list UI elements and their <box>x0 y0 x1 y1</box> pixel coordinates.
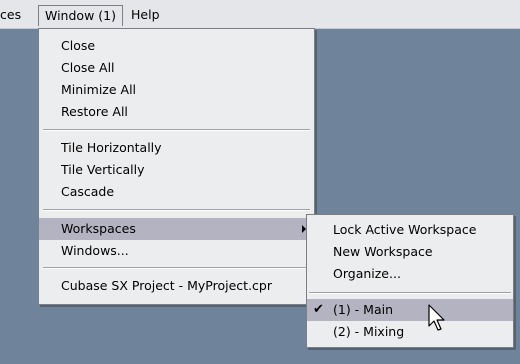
menu-item-workspace-mixing[interactable]: (2) - Mixing <box>307 321 513 343</box>
menu-item-close[interactable]: Close <box>39 35 314 57</box>
menu-bar: ces Window (1) Help <box>0 0 520 29</box>
checkmark-icon: ✔ <box>313 302 324 317</box>
menu-item-lock-active-workspace[interactable]: Lock Active Workspace <box>307 219 513 241</box>
window-menu: Close Close All Minimize All Restore All… <box>38 28 315 305</box>
workspaces-submenu: Lock Active Workspace New Workspace Orga… <box>306 214 514 348</box>
menu-bar-item-window[interactable]: Window (1) <box>38 5 123 26</box>
menu-item-restore-all[interactable]: Restore All <box>39 101 314 123</box>
menu-item-close-all[interactable]: Close All <box>39 57 314 79</box>
menu-bar-item-prev[interactable]: ces <box>0 6 21 24</box>
menu-separator <box>43 129 310 131</box>
menu-separator <box>43 267 310 269</box>
menu-separator <box>309 292 511 294</box>
menu-item-project[interactable]: Cubase SX Project - MyProject.cpr <box>39 275 314 297</box>
menu-item-workspaces-label: Workspaces <box>61 221 136 236</box>
menu-item-tile-horizontally[interactable]: Tile Horizontally <box>39 137 314 159</box>
menu-item-minimize-all[interactable]: Minimize All <box>39 79 314 101</box>
mouse-cursor-icon <box>428 304 445 331</box>
menu-item-tile-vertically[interactable]: Tile Vertically <box>39 159 314 181</box>
menu-item-new-workspace[interactable]: New Workspace <box>307 241 513 263</box>
menu-item-organize[interactable]: Organize... <box>307 263 513 285</box>
menu-item-workspaces[interactable]: Workspaces <box>39 218 314 240</box>
menu-separator <box>43 209 310 211</box>
menu-item-windows[interactable]: Windows... <box>39 240 314 262</box>
menu-item-workspace-main-label: (1) - Main <box>333 302 394 317</box>
menu-item-cascade[interactable]: Cascade <box>39 181 314 203</box>
menu-bar-item-help[interactable]: Help <box>131 6 160 24</box>
menu-item-workspace-main[interactable]: ✔ (1) - Main <box>307 299 513 321</box>
